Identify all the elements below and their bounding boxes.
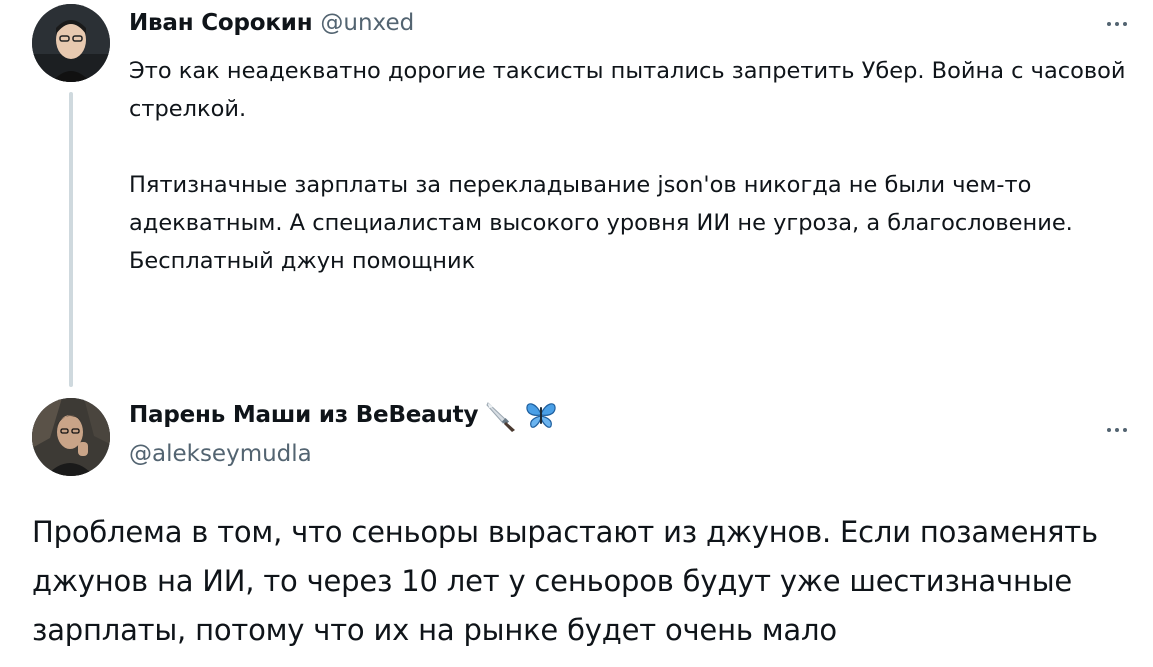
reply-tweet-text: Проблема в том, что сеньоры вырастают из… bbox=[32, 515, 1098, 647]
parent-tweet-header: Иван Сорокин @unxed bbox=[129, 10, 414, 36]
reply-author-avatar[interactable] bbox=[32, 398, 110, 476]
more-icon-dot bbox=[1123, 428, 1127, 432]
more-icon-dot bbox=[1115, 22, 1119, 26]
parent-author-handle[interactable]: @unxed bbox=[320, 10, 414, 36]
knife-emoji-icon bbox=[484, 398, 518, 432]
butterfly-emoji-icon bbox=[524, 398, 558, 432]
reply-author-handle[interactable]: @alekseymudla bbox=[129, 441, 312, 467]
parent-author-avatar[interactable] bbox=[32, 4, 110, 82]
parent-tweet-paragraph: Пятизначные зарплаты за перекладывание j… bbox=[129, 172, 1073, 274]
parent-author-name[interactable]: Иван Сорокин bbox=[129, 10, 313, 36]
avatar-photo-icon bbox=[32, 4, 110, 82]
more-icon-dot bbox=[1115, 428, 1119, 432]
conversation-thread: Иван Сорокин @unxed Это как неадекватно … bbox=[0, 0, 1153, 667]
avatar-photo-icon bbox=[32, 398, 110, 476]
more-icon-dot bbox=[1123, 22, 1127, 26]
reply-more-options-button[interactable] bbox=[1097, 418, 1137, 442]
parent-tweet[interactable]: Иван Сорокин @unxed Это как неадекватно … bbox=[0, 0, 1153, 390]
reply-tweet-header: Парень Маши из BeBeauty bbox=[129, 398, 558, 432]
reply-author-name[interactable]: Парень Маши из BeBeauty bbox=[129, 402, 478, 428]
thread-connector-line bbox=[69, 92, 73, 387]
parent-tweet-paragraph: Это как неадекватно дорогие таксисты пыт… bbox=[129, 58, 1126, 122]
more-icon-dot bbox=[1107, 428, 1111, 432]
parent-tweet-text: Это как неадекватно дорогие таксисты пыт… bbox=[129, 52, 1129, 280]
parent-more-options-button[interactable] bbox=[1097, 12, 1137, 36]
more-icon-dot bbox=[1107, 22, 1111, 26]
